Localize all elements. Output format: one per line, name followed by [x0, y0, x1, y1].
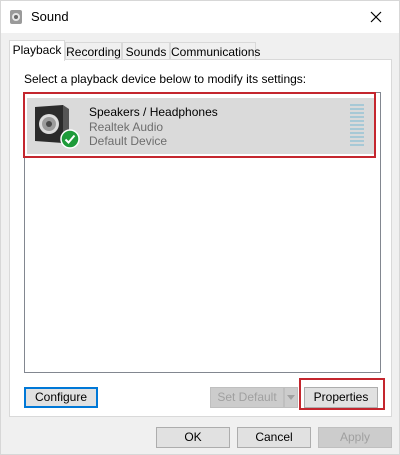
set-default-dropdown[interactable]: [284, 387, 298, 408]
set-default-button[interactable]: Set Default: [210, 387, 284, 408]
sound-dialog: Sound Playback Recording Sounds Communic…: [0, 0, 400, 455]
apply-button[interactable]: Apply: [318, 427, 392, 448]
device-highlight-box: [23, 92, 376, 158]
tab-sounds[interactable]: Sounds: [122, 42, 170, 60]
close-button[interactable]: [353, 1, 399, 33]
window-title: Sound: [31, 9, 69, 24]
speaker-icon: [10, 10, 22, 24]
title-bar: Sound: [1, 1, 399, 33]
ok-button[interactable]: OK: [156, 427, 230, 448]
configure-button[interactable]: Configure: [24, 387, 98, 408]
tab-communications[interactable]: Communications: [170, 42, 260, 60]
properties-highlight-box: [299, 378, 385, 410]
tab-playback[interactable]: Playback: [9, 40, 65, 61]
chevron-down-icon: [287, 395, 295, 400]
tab-recording[interactable]: Recording: [65, 42, 122, 60]
cancel-button[interactable]: Cancel: [237, 427, 311, 448]
instruction-text: Select a playback device below to modify…: [24, 72, 307, 86]
close-icon: [370, 11, 382, 23]
